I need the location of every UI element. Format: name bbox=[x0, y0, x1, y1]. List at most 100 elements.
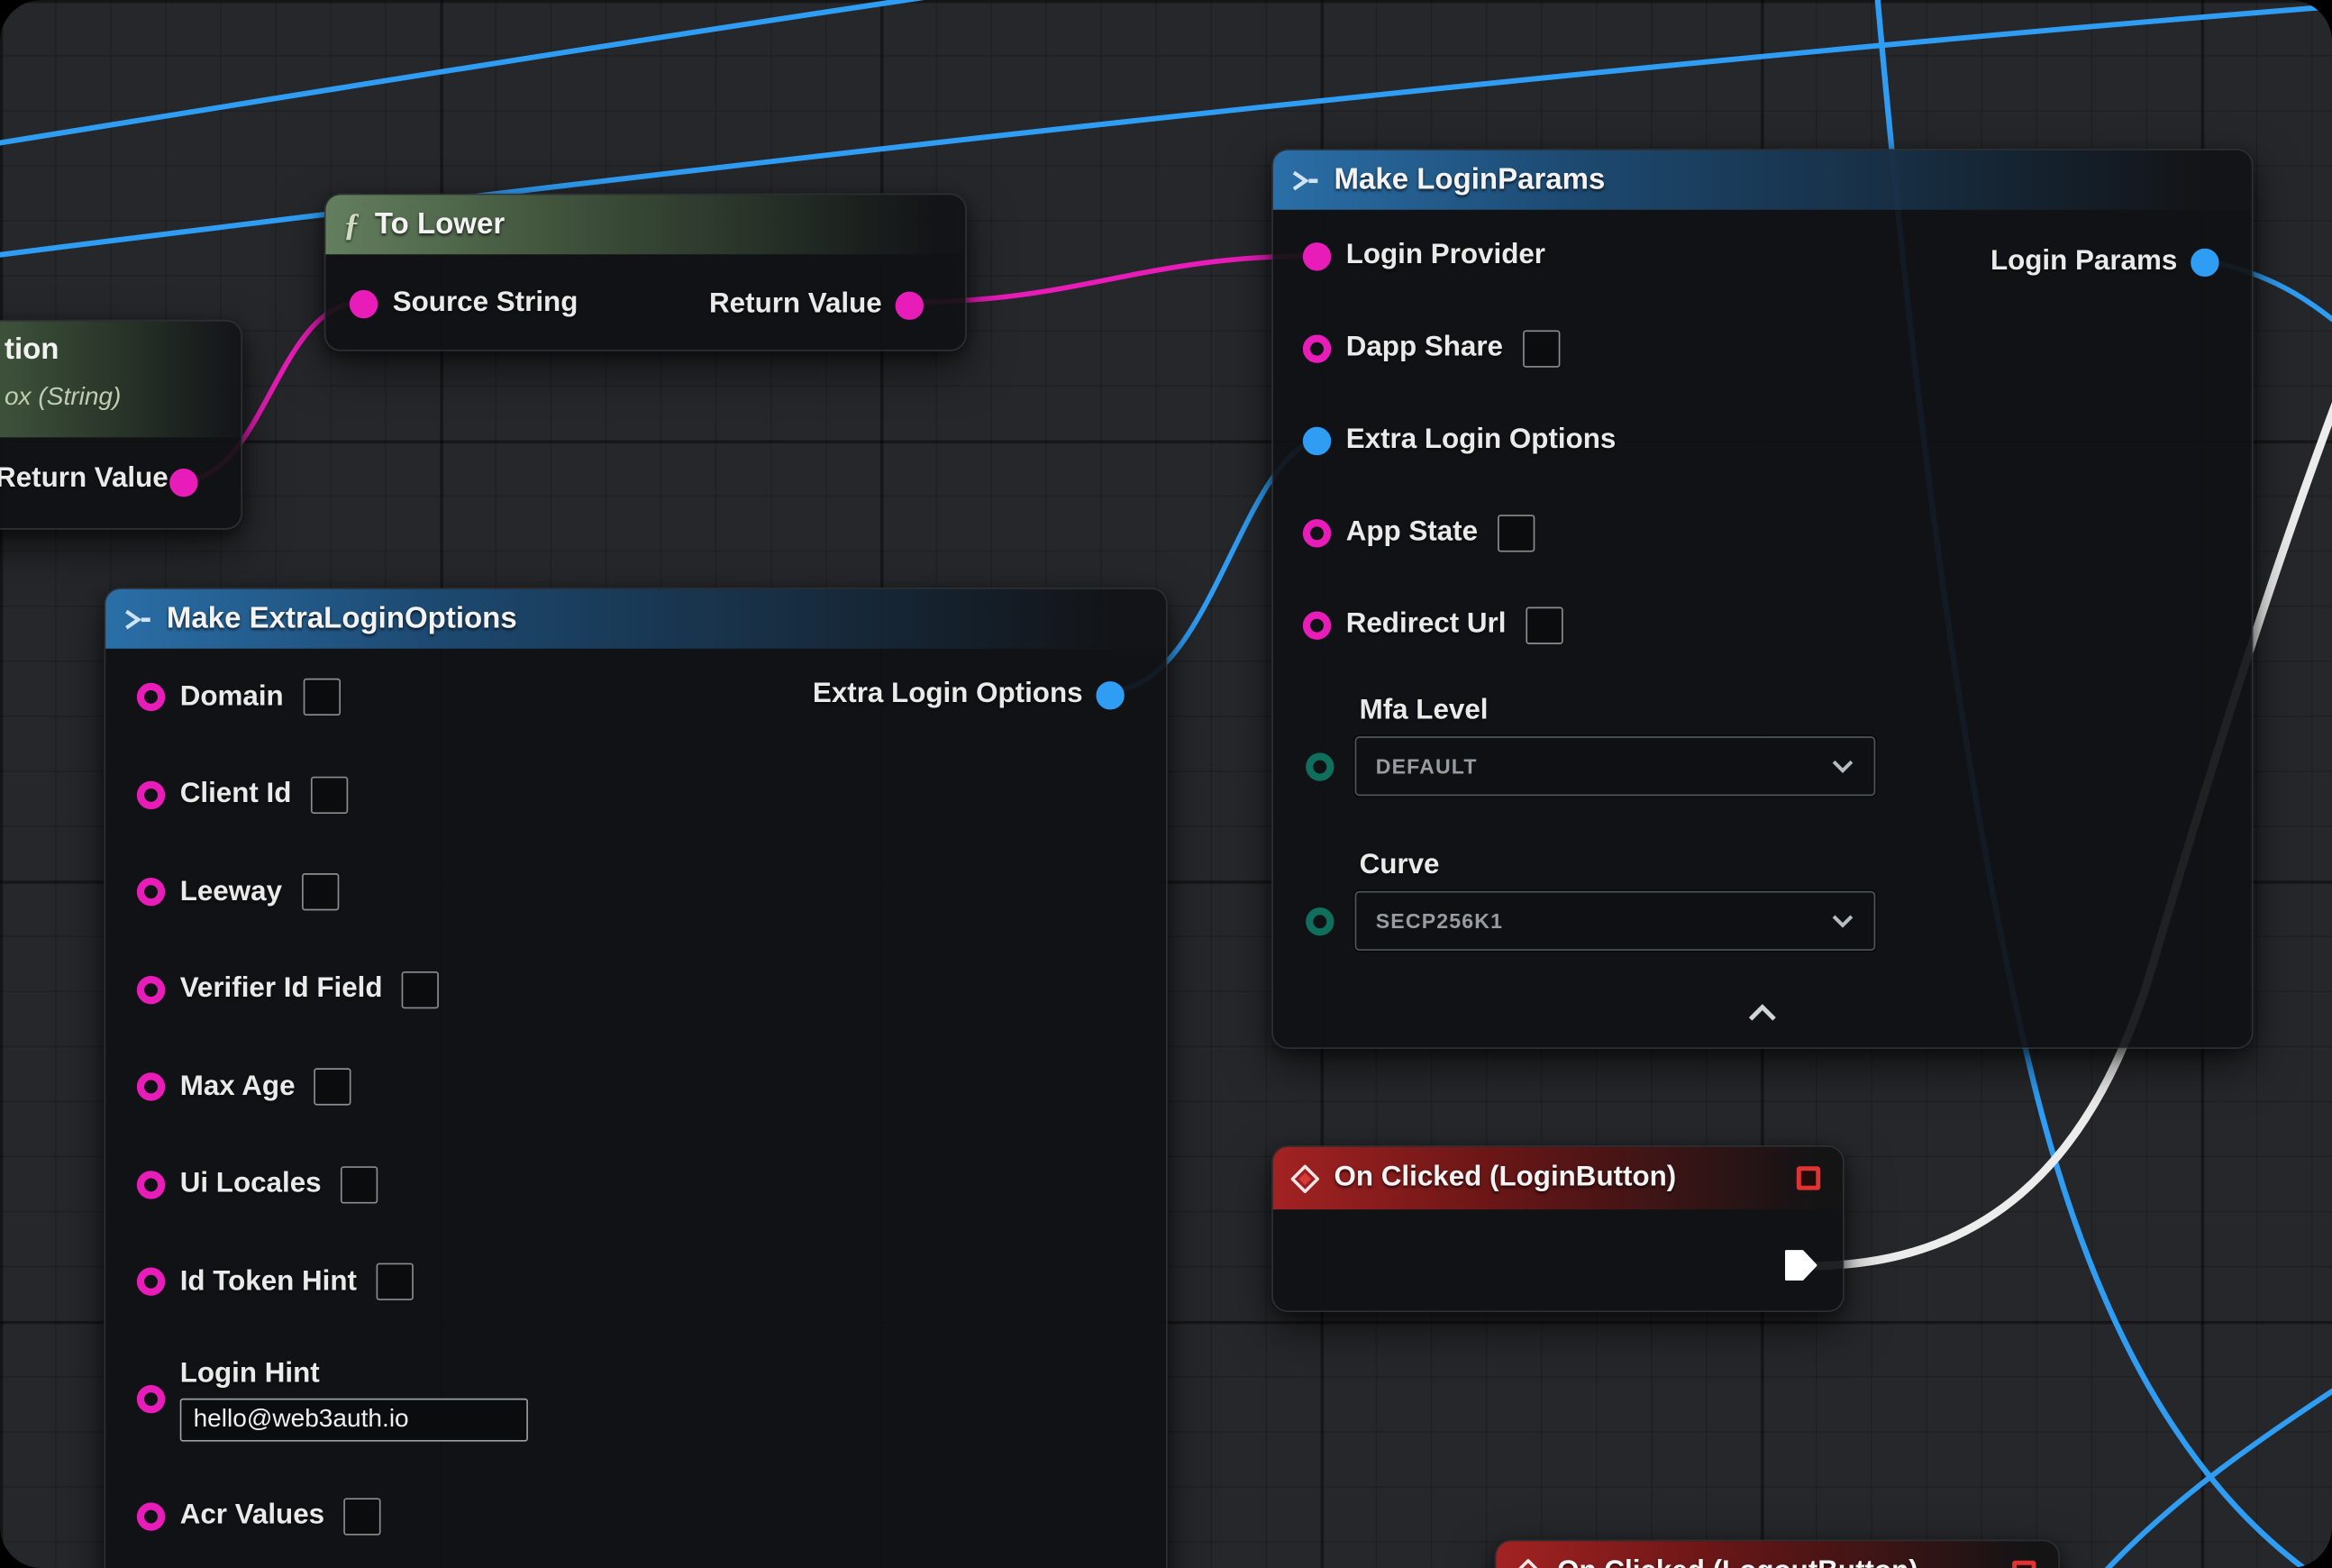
dapp-share-checkbox[interactable] bbox=[1522, 330, 1559, 367]
collapse-node-button[interactable] bbox=[1733, 997, 1792, 1035]
make-struct-icon bbox=[123, 607, 151, 630]
pin-row-id-token-hint: Id Token Hint bbox=[105, 1234, 1166, 1331]
id-token-hint-checkbox[interactable] bbox=[376, 1263, 413, 1300]
pin-row-login-hint: Login Hint bbox=[105, 1331, 1166, 1468]
pin-id-token-hint[interactable] bbox=[137, 1268, 165, 1296]
node-subtitle: ox (String) bbox=[5, 382, 121, 412]
node-to-lower[interactable]: ƒ To Lower Source String Return Value bbox=[324, 194, 967, 351]
mfa-level-dropdown[interactable]: DEFAULT bbox=[1355, 736, 1876, 796]
chevron-down-icon bbox=[1831, 759, 1854, 774]
pin-leeway[interactable] bbox=[137, 878, 165, 906]
pin-curve[interactable] bbox=[1306, 907, 1334, 934]
node-title: tion bbox=[5, 333, 59, 368]
acr-values-label: Acr Values bbox=[180, 1500, 324, 1532]
pin-extra-login-options-out[interactable] bbox=[1096, 680, 1124, 708]
source-string-label: Source String bbox=[393, 287, 578, 320]
redirect-url-checkbox[interactable] bbox=[1526, 606, 1562, 643]
pin-row-acr-values: Acr Values bbox=[105, 1468, 1166, 1565]
app-state-checkbox[interactable] bbox=[1498, 514, 1535, 551]
pin-return-value-out[interactable] bbox=[169, 469, 197, 497]
pin-app-state[interactable] bbox=[1303, 518, 1331, 546]
client-id-checkbox[interactable] bbox=[311, 776, 348, 813]
ui-locales-label: Ui Locales bbox=[180, 1168, 322, 1200]
output-pin-group: Login Params bbox=[1990, 245, 2219, 278]
client-id-label: Client Id bbox=[180, 779, 292, 811]
domain-checkbox[interactable] bbox=[303, 679, 340, 716]
pin-login-hint[interactable] bbox=[137, 1385, 165, 1413]
curve-group: Curve SECP256K1 bbox=[1273, 850, 2252, 951]
chevron-up-icon bbox=[1747, 1004, 1777, 1022]
pin-max-age[interactable] bbox=[137, 1073, 165, 1101]
extra-login-options-label: Extra Login Options bbox=[1346, 424, 1617, 456]
node-header: ƒ To Lower bbox=[325, 195, 965, 254]
app-state-label: App State bbox=[1346, 516, 1478, 549]
pin-ui-locales[interactable] bbox=[137, 1171, 165, 1199]
pin-login-provider[interactable] bbox=[1303, 242, 1331, 269]
node-header: tion ox (String) bbox=[0, 322, 241, 438]
wire-blue-top-2[interactable] bbox=[0, 0, 988, 144]
extra-login-options-out-label: Extra Login Options bbox=[813, 679, 1083, 711]
delegate-pin[interactable] bbox=[1797, 1166, 1820, 1190]
max-age-label: Max Age bbox=[180, 1071, 296, 1103]
delegate-pin[interactable] bbox=[2012, 1561, 2036, 1568]
node-title: Make LoginParams bbox=[1335, 163, 1606, 197]
pin-redirect-url[interactable] bbox=[1303, 611, 1331, 639]
acr-values-checkbox[interactable] bbox=[344, 1498, 381, 1535]
wire-tolower-to-loginprovider[interactable] bbox=[912, 256, 1315, 302]
ui-locales-checkbox[interactable] bbox=[341, 1166, 378, 1203]
pin-domain[interactable] bbox=[137, 683, 165, 711]
pin-dapp-share[interactable] bbox=[1303, 334, 1331, 362]
verifier-id-field-checkbox[interactable] bbox=[402, 971, 439, 1008]
pin-extra-login-options-in[interactable] bbox=[1303, 426, 1331, 454]
pin-login-params-out[interactable] bbox=[2191, 248, 2218, 276]
leeway-checkbox[interactable] bbox=[301, 873, 338, 910]
pin-mfa-level[interactable] bbox=[1306, 752, 1334, 780]
node-title: To Lower bbox=[375, 207, 505, 242]
node-header: On Clicked (LogoutButton) bbox=[1496, 1541, 2058, 1568]
return-value-label: Return Value bbox=[0, 462, 169, 495]
node-header: Make LoginParams bbox=[1273, 150, 2252, 210]
login-hint-input[interactable] bbox=[180, 1398, 528, 1441]
pin-row-dapp-share: Dapp Share bbox=[1273, 302, 2252, 394]
pin-return-value-out[interactable] bbox=[896, 291, 924, 319]
node-partial-function[interactable]: tion ox (String) Return Value bbox=[0, 320, 242, 530]
login-params-out-label: Login Params bbox=[1990, 245, 2177, 278]
node-on-clicked-logoutbutton[interactable]: On Clicked (LogoutButton) bbox=[1495, 1540, 2060, 1568]
pin-row-app-state: App State bbox=[1273, 487, 2252, 579]
leeway-label: Leeway bbox=[180, 876, 282, 908]
node-header: On Clicked (LoginButton) bbox=[1273, 1147, 1843, 1209]
event-icon bbox=[1514, 1558, 1542, 1568]
node-header: Make ExtraLoginOptions bbox=[105, 589, 1166, 649]
pin-row-redirect-url: Redirect Url bbox=[1273, 579, 2252, 670]
node-make-loginparams[interactable]: Make LoginParams Login Params Login Prov… bbox=[1271, 149, 2253, 1049]
curve-value: SECP256K1 bbox=[1376, 909, 1503, 933]
wire-blue-bottom-right[interactable] bbox=[2100, 1383, 2332, 1568]
pin-row-ui-locales: Ui Locales bbox=[105, 1135, 1166, 1233]
make-struct-icon bbox=[1291, 169, 1319, 191]
curve-dropdown[interactable]: SECP256K1 bbox=[1355, 891, 1876, 951]
pin-acr-values[interactable] bbox=[137, 1502, 165, 1530]
pin-source-string[interactable] bbox=[350, 289, 378, 317]
node-make-extraloginoptions[interactable]: Make ExtraLoginOptions Extra Login Optio… bbox=[105, 588, 1168, 1568]
mfa-level-group: Mfa Level DEFAULT bbox=[1273, 695, 2252, 796]
dapp-share-label: Dapp Share bbox=[1346, 332, 1503, 364]
id-token-hint-label: Id Token Hint bbox=[180, 1265, 357, 1298]
pin-client-id[interactable] bbox=[137, 780, 165, 808]
exec-out-pin[interactable] bbox=[1781, 1248, 1818, 1282]
domain-label: Domain bbox=[180, 681, 284, 714]
blueprint-graph-canvas[interactable]: tion ox (String) Return Value ƒ To Lower… bbox=[0, 0, 2332, 1568]
pin-verifier-id-field[interactable] bbox=[137, 976, 165, 1004]
pin-row-verifier-id-field: Verifier Id Field bbox=[105, 941, 1166, 1038]
screenshot-frame: tion ox (String) Return Value ƒ To Lower… bbox=[0, 0, 2332, 1568]
node-title: On Clicked (LoginButton) bbox=[1335, 1162, 1677, 1194]
max-age-checkbox[interactable] bbox=[314, 1069, 351, 1106]
verifier-id-field-label: Verifier Id Field bbox=[180, 973, 383, 1006]
node-title: Make ExtraLoginOptions bbox=[167, 602, 517, 636]
pin-row-client-id: Client Id bbox=[105, 746, 1166, 843]
chevron-down-icon bbox=[1831, 914, 1854, 929]
event-icon bbox=[1291, 1164, 1319, 1192]
curve-label: Curve bbox=[1360, 850, 2252, 882]
mfa-level-label: Mfa Level bbox=[1360, 695, 2252, 727]
node-on-clicked-loginbutton[interactable]: On Clicked (LoginButton) bbox=[1271, 1145, 1844, 1312]
output-pin-group: Return Value bbox=[709, 288, 924, 321]
